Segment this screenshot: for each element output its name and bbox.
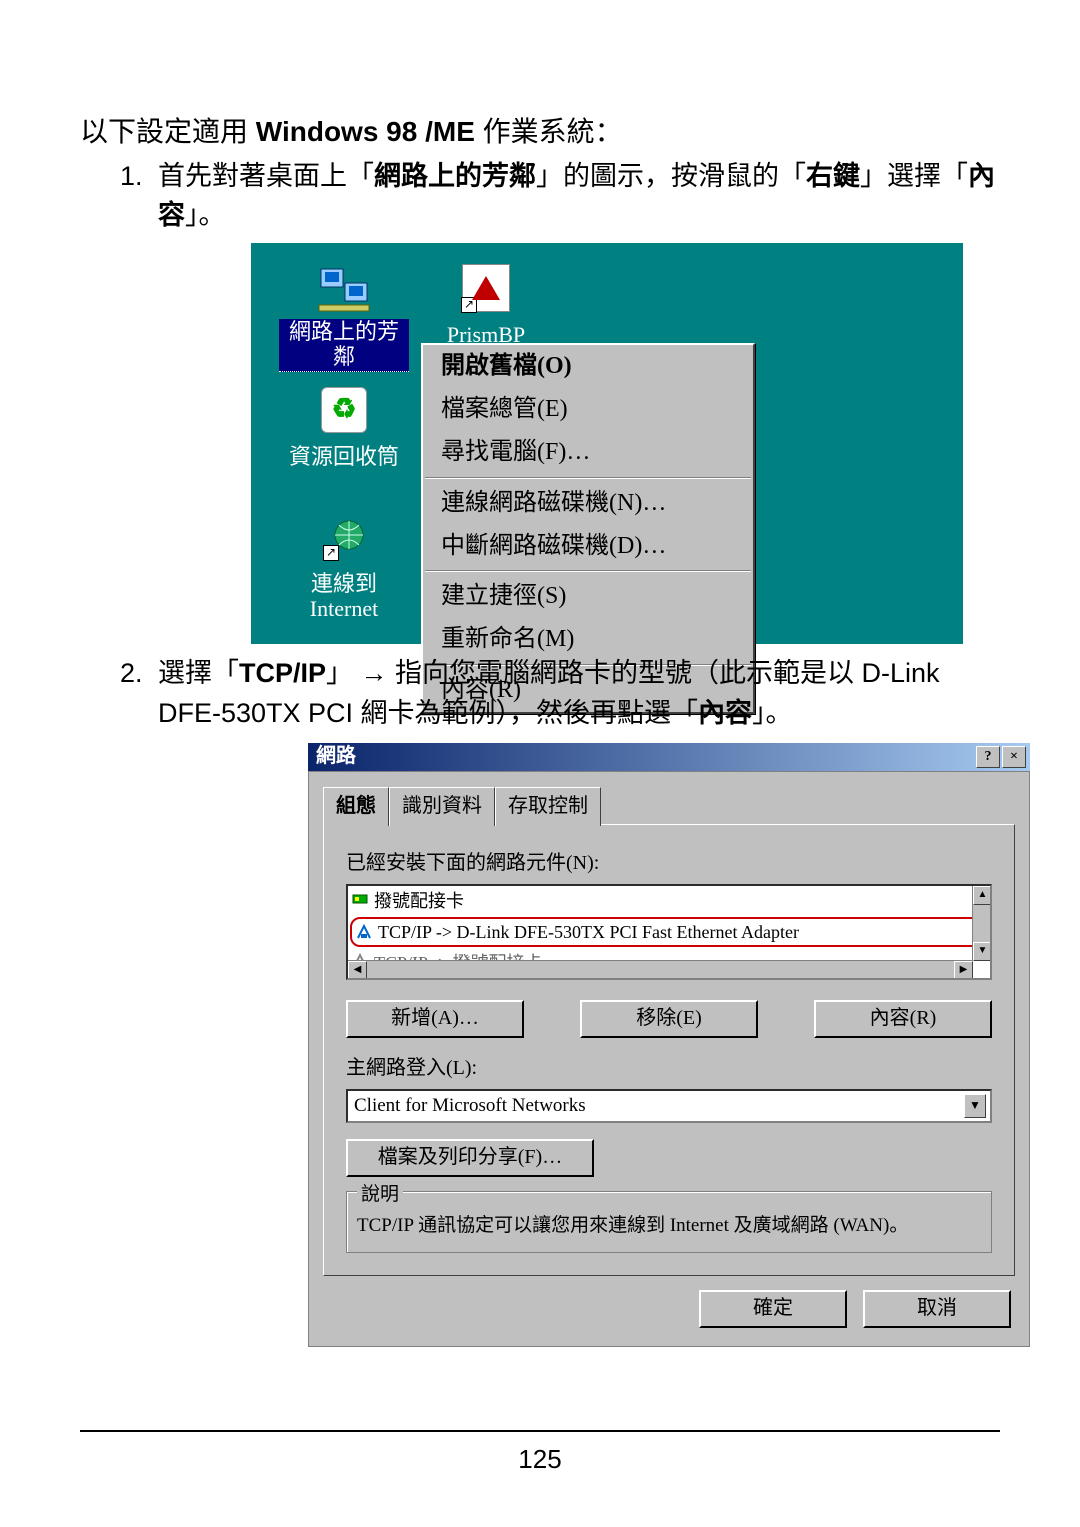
tab-pane-config: 已經安裝下面的網路元件(N): 撥號配接卡 xyxy=(323,824,1015,1276)
tab-strip: 組態 識別資料 存取控制 xyxy=(323,786,1015,825)
desktop-icon-label: 連線到Internet xyxy=(307,571,381,622)
screenshot-network-dialog: 網路 ? × 組態 識別資料 存取控制 已經安裝下面的網路元件(N): xyxy=(308,743,1030,1347)
ok-button[interactable]: 確定 xyxy=(699,1290,847,1328)
section-heading: 以下設定適用 Windows 98 /ME 作業系統： xyxy=(80,112,1000,151)
combo-value: Client for Microsoft Networks xyxy=(354,1092,586,1120)
dialog-titlebar: 網路 ? × xyxy=(308,743,1030,771)
tab-identification[interactable]: 識別資料 xyxy=(389,787,495,826)
add-button[interactable]: 新增(A)… xyxy=(346,1000,524,1038)
menu-item-explorer[interactable]: 檔案總管(E) xyxy=(423,388,753,431)
chevron-down-icon[interactable]: ▼ xyxy=(964,1094,986,1118)
prismbp-icon: ↗ xyxy=(459,263,513,313)
footer-rule xyxy=(80,1430,1000,1432)
connect-internet-icon: ↗ xyxy=(317,515,371,565)
protocol-icon xyxy=(356,921,372,937)
description-title: 說明 xyxy=(357,1181,403,1209)
list-item[interactable]: 撥號配接卡 xyxy=(348,886,990,916)
components-listbox[interactable]: 撥號配接卡 TCP/IP -> D-Link DFE-530TX PCI Fas… xyxy=(346,884,992,980)
description-group: 說明 TCP/IP 通訊協定可以讓您用來連線到 Internet 及廣域網路 (… xyxy=(346,1191,992,1253)
help-button[interactable]: ? xyxy=(976,746,1000,768)
scroll-left-icon[interactable]: ◀ xyxy=(348,961,367,980)
tab-config[interactable]: 組態 xyxy=(323,787,389,826)
desktop-icon-network-neighborhood[interactable]: 網路上的芳鄰 xyxy=(279,263,409,372)
menu-item-shortcut[interactable]: 建立捷徑(S) xyxy=(423,575,753,618)
step-1: 首先對著桌面上「網路上的芳鄰」的圖示，按滑鼠的「右鍵」選擇「內容」。 xyxy=(120,157,1000,644)
desktop-icon-label: 資源回收筒 xyxy=(286,444,402,471)
close-button[interactable]: × xyxy=(1002,746,1026,768)
properties-button[interactable]: 內容(R) xyxy=(814,1000,992,1038)
menu-item-map-drive[interactable]: 連線網路磁碟機(N)… xyxy=(423,482,753,525)
dialog-title: 網路 xyxy=(316,742,356,771)
scroll-up-icon[interactable]: ▲ xyxy=(973,886,992,905)
menu-item-find-computer[interactable]: 尋找電腦(F)… xyxy=(423,431,753,474)
list-item-selected[interactable]: TCP/IP -> D-Link DFE-530TX PCI Fast Ethe… xyxy=(350,917,988,947)
primary-login-combo[interactable]: Client for Microsoft Networks ▼ xyxy=(346,1089,992,1123)
remove-button[interactable]: 移除(E) xyxy=(580,1000,758,1038)
file-print-sharing-button[interactable]: 檔案及列印分享(F)… xyxy=(346,1139,594,1177)
network-neighborhood-icon xyxy=(317,263,371,313)
recycle-bin-icon: ♻ xyxy=(317,385,371,435)
description-text: TCP/IP 通訊協定可以讓您用來連線到 Internet 及廣域網路 (WAN… xyxy=(357,1213,981,1240)
desktop-icon-prismbp[interactable]: ↗ PrismBP xyxy=(421,263,551,351)
screenshot-desktop: 網路上的芳鄰 ↗ PrismBP ♻ 資源回收筒 xyxy=(251,243,963,644)
menu-item-open[interactable]: 開啟舊檔(O) xyxy=(423,345,753,388)
menu-separator xyxy=(425,477,751,479)
menu-separator xyxy=(425,570,751,572)
page-number: 125 xyxy=(0,1444,1080,1475)
cancel-button[interactable]: 取消 xyxy=(863,1290,1011,1328)
adapter-icon xyxy=(352,888,368,904)
vertical-scrollbar[interactable]: ▲ ▼ xyxy=(972,886,990,961)
step-2: 選擇「TCP/IP」 → 指向您電腦網路卡的型號（此示範是以 D-Link DF… xyxy=(120,654,1000,1346)
horizontal-scrollbar[interactable]: ◀ ▶ xyxy=(348,960,973,978)
menu-item-unmap-drive[interactable]: 中斷網路磁碟機(D)… xyxy=(423,525,753,568)
scroll-right-icon[interactable]: ▶ xyxy=(954,961,973,980)
desktop-icon-label: 網路上的芳鄰 xyxy=(279,319,409,371)
installed-components-label: 已經安裝下面的網路元件(N): xyxy=(346,849,992,878)
primary-login-label: 主網路登入(L): xyxy=(346,1054,992,1083)
desktop-icon-connect-internet[interactable]: ↗ 連線到Internet xyxy=(279,515,409,624)
desktop-icon-recycle-bin[interactable]: ♻ 資源回收筒 xyxy=(279,385,409,473)
tab-access-control[interactable]: 存取控制 xyxy=(495,787,601,826)
scroll-down-icon[interactable]: ▼ xyxy=(973,942,992,961)
